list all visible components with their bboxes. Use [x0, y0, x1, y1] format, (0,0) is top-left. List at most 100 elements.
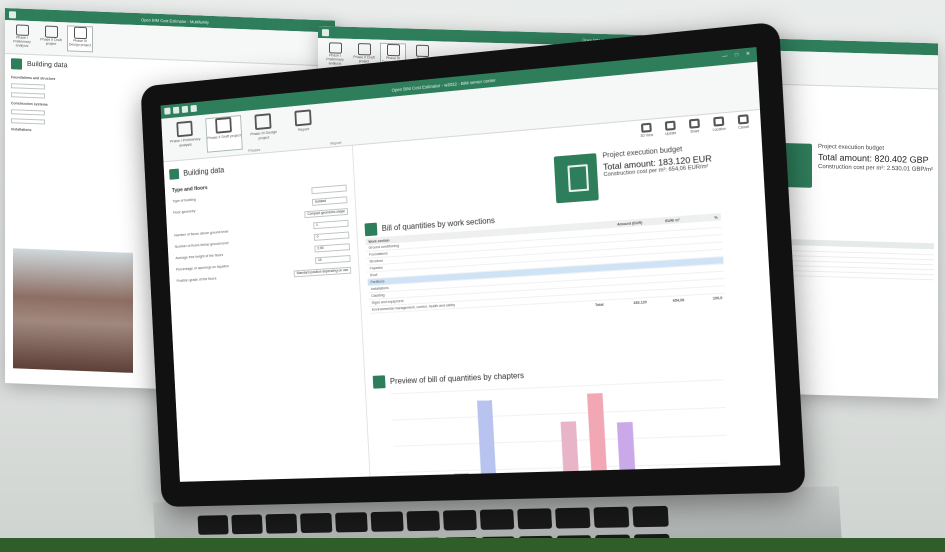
back-right-table	[776, 238, 934, 281]
house-icon	[44, 25, 58, 39]
table-cell	[682, 253, 720, 255]
key	[517, 508, 553, 530]
report-label: Report	[297, 126, 310, 132]
table-cell	[643, 234, 680, 237]
share-button[interactable]: Share	[684, 117, 706, 142]
key	[406, 510, 441, 532]
field-select[interactable]: Standard position depending on use	[293, 266, 352, 277]
cancel-button[interactable]: Cancel	[732, 113, 755, 138]
back-right-budget-text: Project execution budget Total amount: 8…	[818, 144, 933, 207]
field-select[interactable]: Compact geometric shape	[304, 207, 349, 218]
laptop: Open BIM Cost Estimator - w2022 - BIM se…	[140, 21, 843, 552]
key	[197, 515, 229, 535]
table-cell	[646, 285, 684, 287]
report-icon	[415, 44, 429, 58]
house-icon	[215, 116, 232, 134]
close-button[interactable]: ✕	[746, 51, 751, 58]
minimize-button[interactable]: —	[722, 53, 728, 60]
building-icon	[169, 168, 180, 180]
table-cell	[644, 241, 681, 243]
field-input[interactable]: 1	[313, 219, 349, 229]
app-logo-icon	[322, 28, 329, 36]
building-3d-view[interactable]	[13, 248, 133, 373]
app-logo-icon	[164, 107, 171, 115]
back-left-input[interactable]	[11, 83, 45, 90]
table-cell	[609, 287, 646, 289]
update-button[interactable]: Update	[660, 119, 682, 144]
report-button[interactable]: Report	[284, 107, 323, 145]
back-left-phase2-button[interactable]: Phase II Draft project	[38, 24, 64, 51]
back-right-cost-per-m2: Construction cost per m²: 2.530,01 GBP/m…	[818, 163, 934, 174]
back-left-input[interactable]	[11, 118, 45, 125]
key	[335, 512, 368, 533]
chart-bar[interactable]	[508, 479, 525, 482]
field-label: Number of floors below ground level	[174, 241, 229, 249]
location-button[interactable]: Location	[708, 115, 731, 140]
field-label: Number of floors above ground level	[174, 229, 229, 238]
table-cell	[683, 282, 721, 284]
design-icon	[73, 26, 87, 40]
field-input[interactable]: 15	[314, 254, 351, 264]
chart-bar[interactable]	[477, 400, 498, 482]
field-input[interactable]: 2.90	[314, 242, 350, 253]
undo-icon[interactable]	[181, 105, 189, 114]
ribbon-group-report: Report	[330, 139, 342, 146]
laptop-bezel: Open BIM Cost Estimator - w2022 - BIM se…	[140, 21, 806, 507]
thumbs-up-icon	[328, 42, 342, 55]
ribbon-group-phases: Phases	[248, 147, 261, 153]
back-left-phase3-label: Phase III Design project	[68, 38, 92, 48]
chart-bar[interactable]	[616, 421, 637, 482]
key	[479, 509, 515, 530]
back-left-section3: Installations	[11, 127, 32, 133]
budget-icon	[553, 153, 599, 204]
field-select[interactable]: Isolated	[311, 195, 348, 206]
table-cell	[643, 226, 680, 229]
window-controls: — □ ✕	[722, 51, 750, 60]
save-icon[interactable]	[172, 106, 180, 114]
share-icon	[688, 118, 700, 129]
back-left-section1: Foundations and structure	[11, 75, 56, 81]
field-input[interactable]	[311, 184, 347, 194]
back-left-phase2-label: Phase II Draft project	[40, 37, 62, 46]
chart-bar[interactable]	[453, 473, 471, 482]
table-cell	[681, 246, 719, 248]
design-icon	[386, 43, 400, 57]
back-left-input[interactable]	[11, 92, 45, 99]
chart-bar[interactable]	[706, 474, 724, 482]
cancel-icon	[737, 114, 749, 125]
table-cell	[646, 277, 684, 279]
table-cell	[645, 270, 683, 272]
quick-access-toolbar	[164, 104, 197, 115]
table-cell	[682, 260, 720, 262]
field-input[interactable]: 0	[313, 231, 350, 241]
table-cell	[683, 268, 721, 270]
back-left-phase3-button[interactable]: Phase III Design project	[67, 25, 93, 53]
design-icon	[254, 113, 272, 131]
phase2-button[interactable]: Phase II Draft project	[205, 115, 243, 153]
key	[370, 511, 404, 532]
phase1-button[interactable]: Phase I Preliminary analysis	[167, 119, 204, 156]
building-data-pane: Building data Type and floors Type of bu…	[163, 145, 371, 482]
tool-label: Share	[690, 128, 700, 134]
3d-view-button[interactable]: 3D View	[636, 121, 658, 145]
tool-label: Location	[712, 126, 726, 132]
key	[265, 513, 298, 534]
chart-gridline	[392, 408, 725, 421]
back-left-phase1-label: Phase I Preliminary analysis	[13, 35, 31, 49]
chart-bar[interactable]	[560, 421, 580, 482]
phase1-label: Phase I Preliminary analysis	[169, 136, 201, 148]
house-icon	[357, 43, 371, 56]
redo-icon[interactable]	[190, 104, 197, 113]
chart-icon	[372, 375, 386, 389]
back-left-phase1-button[interactable]: Phase I Preliminary analysis	[9, 23, 35, 50]
chart-bar[interactable]	[587, 393, 609, 482]
phase3-button[interactable]: Phase III Design project	[245, 111, 283, 149]
thumbs-up-icon	[15, 24, 29, 37]
thumbs-up-icon	[176, 120, 193, 138]
back-left-input[interactable]	[11, 109, 45, 116]
results-pane: 3D View Update Share Location Cancel Pro…	[353, 110, 781, 482]
back-right-phase1-button[interactable]: Phase I Preliminary analysis	[322, 41, 348, 68]
table-cell	[683, 275, 721, 277]
field-label: Floor geometry	[172, 209, 196, 215]
maximize-button[interactable]: □	[735, 52, 739, 59]
